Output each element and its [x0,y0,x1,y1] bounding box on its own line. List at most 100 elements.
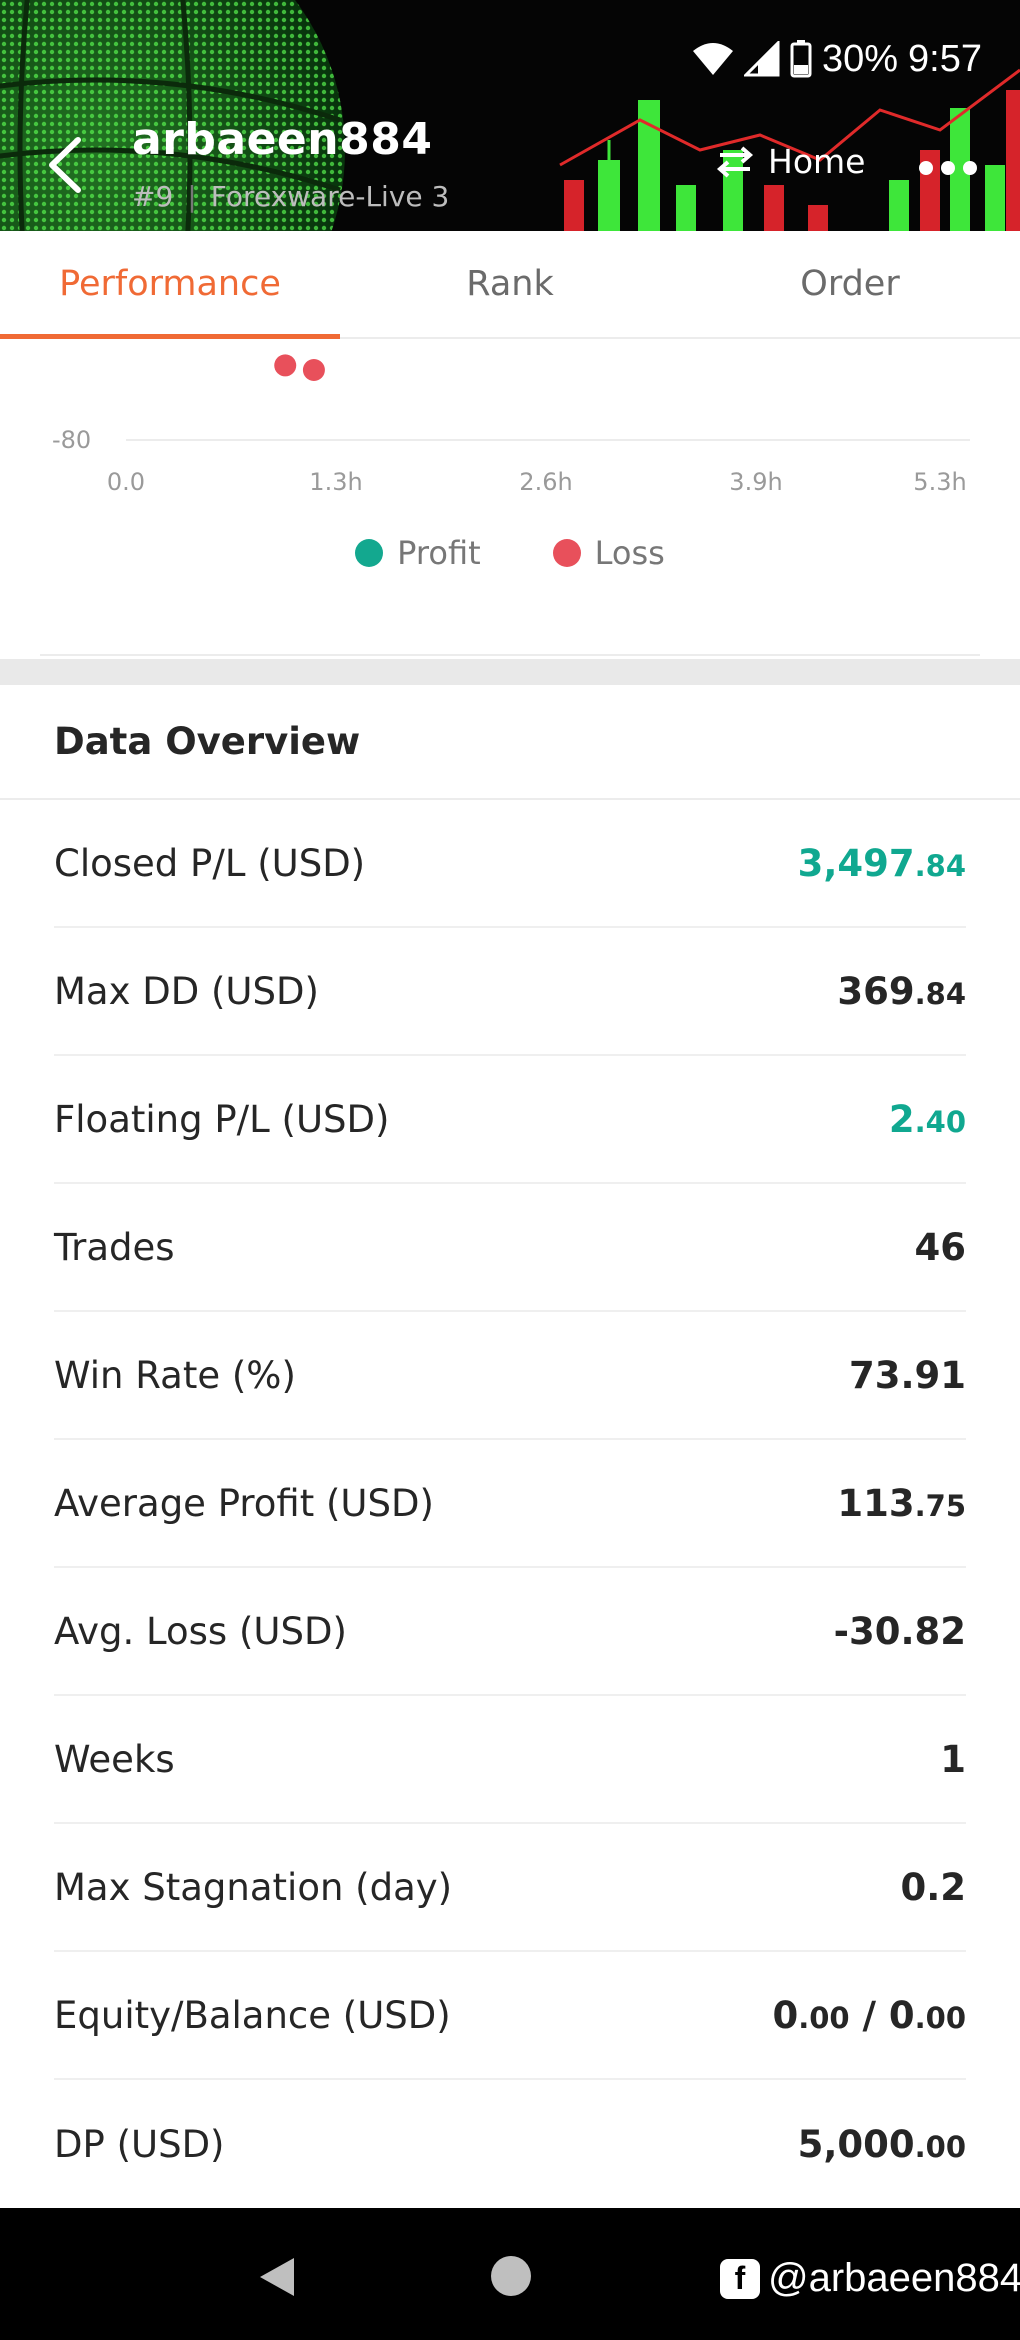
legend-loss-swatch [552,539,581,567]
chart-divider [40,654,980,656]
overview-row-value: 0.00 / 0.00 [772,1994,966,2037]
legend-item-loss[interactable]: Loss [552,534,665,572]
page-title: arbaeen884 [132,114,433,165]
wifi-icon [692,43,733,75]
overview-row-label: Max Stagnation (day) [54,1865,453,1909]
chart-legend: Profit Loss [0,534,1020,572]
overview-row: DP (USD) 5,000.00 [54,2080,966,2208]
overview-row-value: 0.2 [900,1866,966,1909]
value-part: .00 [914,2129,966,2164]
back-arrow-icon[interactable] [42,130,90,200]
value-part: 0 [888,1993,915,2037]
tab-performance[interactable]: Performance [0,231,340,339]
overview-row-value: 2.40 [889,1098,966,1141]
value-part: 1 [940,1737,966,1781]
overview-row-label: Closed P/L (USD) [54,841,366,885]
data-overview-section: Data Overview Closed P/L (USD) 3,497.84 Ma… [0,685,1020,2208]
server-name: Forexware-Live 3 [210,180,450,213]
legend-item-profit[interactable]: Profit [355,534,481,572]
tab-rank[interactable]: Rank [340,231,680,337]
overview-row: Max DD (USD) 369.84 [54,928,966,1056]
chart-plot: -80 0.0 1.3h 2.6h 3.9h 5.3h [52,354,970,496]
overview-row-value: 113.75 [837,1482,966,1525]
battery-icon [790,40,812,78]
watermark-text: @arbaeen884 [768,2256,1020,2300]
value-part: 3,497 [797,841,915,885]
data-overview-list: Closed P/L (USD) 3,497.84 Max DD (USD) 369.… [0,800,1020,2208]
overview-row-label: Trades [54,1225,175,1269]
overview-row-label: Win Rate (%) [54,1353,296,1397]
x-tick-label: 3.9h [729,468,782,496]
y-tick-label: -80 [52,426,91,454]
cell-signal-icon [743,41,780,77]
subtitle-divider: | [187,180,197,213]
x-tick-label: 2.6h [519,468,572,496]
status-bar: 30% 9:57 [692,32,982,86]
overview-row-label: DP (USD) [54,2122,225,2166]
swap-arrows-icon [716,145,754,178]
status-time: 9:57 [908,37,982,80]
account-subtitle: #9 | Forexware-Live 3 [132,180,449,213]
value-part: / [849,1993,889,2037]
overview-row-label: Floating P/L (USD) [54,1097,390,1141]
overview-row-value: 1 [940,1738,966,1781]
overview-row-label: Avg. Loss (USD) [54,1609,347,1653]
x-tick-label: 1.3h [309,468,362,496]
watermark: f @arbaeen884 [720,2256,1020,2301]
value-part: .00 [914,2000,966,2035]
value-part: 46 [914,1225,967,1269]
loss-data-point[interactable] [274,354,297,377]
value-part: .84 [914,848,966,883]
battery-percent: 30% [821,37,899,80]
value-part: 113 [837,1481,915,1525]
overview-row-label: Average Profit (USD) [54,1481,434,1525]
nav-back-icon[interactable] [256,2254,298,2300]
value-part: 0 [772,1993,799,2037]
overview-row-value: 369.84 [837,970,966,1013]
overview-row-label: Weeks [54,1737,175,1781]
value-part: 369 [837,969,915,1013]
value-part: .84 [914,976,966,1011]
home-label: Home [768,142,866,181]
value-part: -30.82 [833,1609,966,1653]
value-part: 5,000 [797,2122,915,2166]
rank-number: #9 [132,180,174,213]
overview-row: Trades 46 [54,1184,966,1312]
overview-row: Average Profit (USD) 113.75 [54,1440,966,1568]
overview-row: Win Rate (%) 73.91 [54,1312,966,1440]
tab-bar: Performance Rank Order [0,231,1020,339]
value-part: .40 [914,1104,966,1139]
app-header: 30% 9:57 arbaeen884 #9 | Forexware-Live … [0,0,1020,231]
overview-row: Closed P/L (USD) 3,497.84 [54,800,966,928]
value-part: 73.91 [848,1353,966,1397]
overview-row: Floating P/L (USD) 2.40 [54,1056,966,1184]
loss-data-point[interactable] [302,359,325,381]
legend-profit-swatch [355,539,384,567]
overview-row: Weeks 1 [54,1696,966,1824]
x-tick-label: 0.0 [107,468,145,496]
value-part: .00 [798,2000,850,2035]
nav-home-icon[interactable] [491,2256,531,2296]
home-switch-button[interactable]: Home [716,142,865,181]
overview-row-value: 5,000.00 [798,2123,966,2166]
data-overview-title: Data Overview [0,685,1020,800]
overview-row-label: Max DD (USD) [54,969,319,1013]
section-separator [0,659,1020,685]
facebook-icon: f [720,2258,760,2299]
overview-row-value: 3,497.84 [798,842,966,885]
overview-row: Equity/Balance (USD) 0.00 / 0.00 [54,1952,966,2080]
overview-row: Avg. Loss (USD) -30.82 [54,1568,966,1696]
overview-row-label: Equity/Balance (USD) [54,1993,451,2037]
overview-row-value: 46 [915,1226,967,1269]
overview-row-value: -30.82 [834,1610,966,1653]
value-part: 2 [888,1097,915,1141]
value-part: 0.2 [900,1865,966,1909]
value-part: .75 [914,1488,966,1523]
performance-chart: -80 0.0 1.3h 2.6h 3.9h 5.3h Profit Loss [0,339,1020,659]
legend-loss-label: Loss [594,534,665,572]
x-tick-label: 5.3h [913,468,966,496]
more-options-icon[interactable] [916,150,980,186]
tab-order[interactable]: Order [680,231,1020,337]
overview-row-value: 73.91 [849,1354,966,1397]
legend-profit-label: Profit [397,534,481,572]
